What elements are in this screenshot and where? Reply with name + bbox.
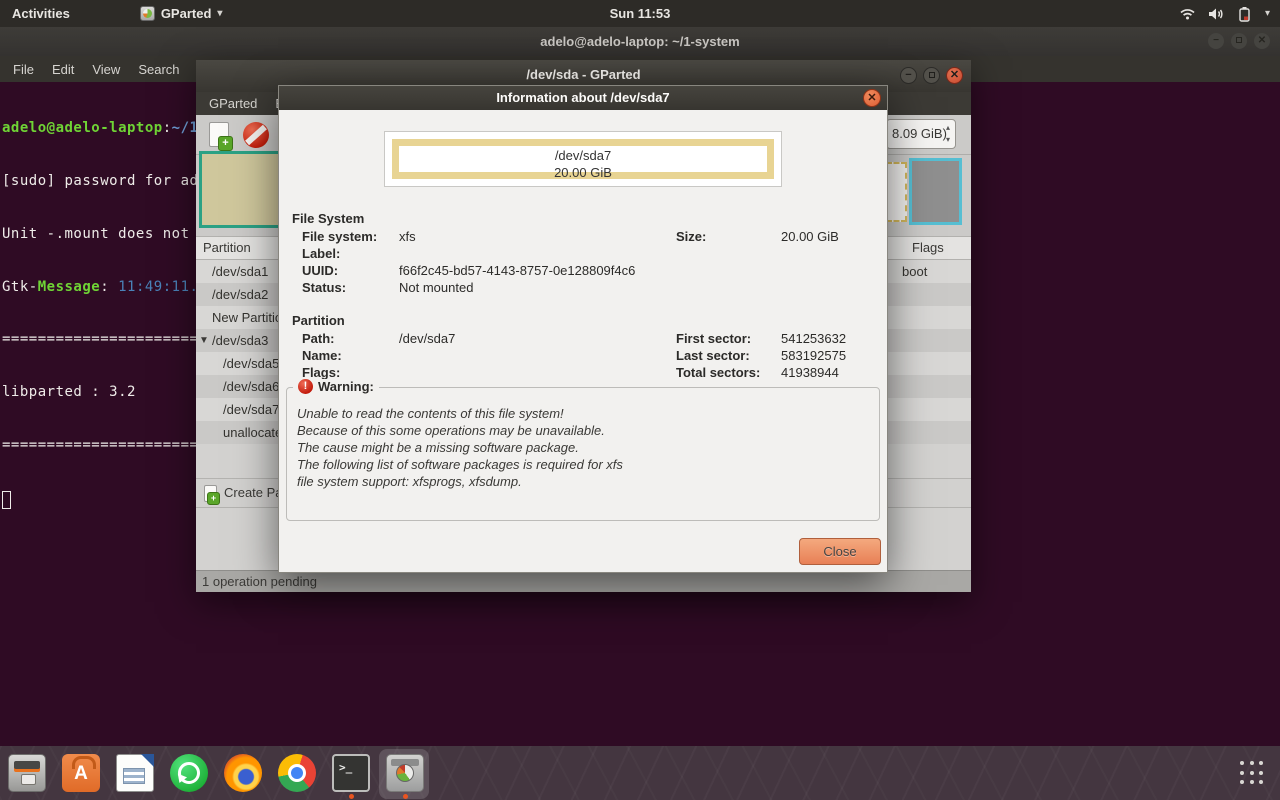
- maximize-icon[interactable]: [923, 67, 940, 84]
- last-sector-label: Last sector:: [676, 348, 750, 363]
- partition-name: /dev/sda7: [554, 148, 612, 163]
- device-select[interactable]: 8.09 GiB) ▴ ▾: [886, 119, 956, 149]
- size-value: 20.00 GiB: [781, 229, 839, 244]
- unallocated-visual[interactable]: [909, 158, 962, 225]
- fs-label: File system:: [302, 229, 378, 244]
- dock-item-terminal[interactable]: >_: [332, 754, 370, 792]
- menu-file[interactable]: File: [4, 62, 43, 77]
- gparted-title: /dev/sda - GParted: [526, 67, 641, 82]
- size-label: Size:: [676, 229, 707, 244]
- battery-icon: [1239, 6, 1250, 22]
- total-sectors-label: Total sectors:: [676, 365, 761, 380]
- clock[interactable]: Sun 11:53: [0, 6, 1280, 21]
- status-label: Status:: [302, 280, 347, 295]
- dialog-title: Information about /dev/sda7: [496, 90, 670, 105]
- total-sectors-value: 41938944: [781, 365, 839, 380]
- new-partition-visual[interactable]: [886, 162, 907, 222]
- warning-header: Warning:: [318, 379, 374, 394]
- terminal-titlebar[interactable]: adelo@adelo-laptop: ~/1-system − ✕: [0, 27, 1280, 56]
- dock-item-files[interactable]: [8, 754, 46, 792]
- create-partition-icon: [204, 485, 220, 505]
- dock-item-chrome[interactable]: [278, 754, 316, 792]
- column-partition[interactable]: Partition: [203, 237, 251, 259]
- volume-icon: [1208, 8, 1223, 19]
- minimize-icon[interactable]: −: [1208, 33, 1224, 49]
- dock-item-firefox[interactable]: [224, 754, 262, 792]
- label-label: Label:: [302, 246, 341, 261]
- close-icon[interactable]: ✕: [946, 67, 963, 84]
- menu-search[interactable]: Search: [129, 62, 188, 77]
- warning-text: Unable to read the contents of this file…: [297, 406, 623, 489]
- close-button[interactable]: Close: [799, 538, 881, 565]
- terminal-title: adelo@adelo-laptop: ~/1-system: [540, 34, 740, 49]
- path-value: /dev/sda7: [399, 331, 456, 346]
- wifi-icon: [1180, 9, 1195, 20]
- path-label: Path:: [302, 331, 335, 346]
- delete-partition-icon[interactable]: [243, 122, 269, 148]
- minimize-icon[interactable]: −: [900, 67, 917, 84]
- expander-icon: ▼: [199, 335, 209, 346]
- column-flags[interactable]: Flags: [912, 237, 944, 259]
- close-icon[interactable]: ✕: [863, 89, 881, 107]
- partition-size-box: /dev/sda7 20.00 GiB: [384, 131, 782, 187]
- menu-gparted[interactable]: GParted: [200, 96, 266, 111]
- top-bar: Activities GParted ▾ Sun 11:53 ▾: [0, 0, 1280, 27]
- uuid-label: UUID:: [302, 263, 339, 278]
- running-indicator: [403, 794, 408, 799]
- close-icon[interactable]: ✕: [1254, 33, 1270, 49]
- first-sector-value: 541253632: [781, 331, 847, 346]
- uuid-value: f66f2c45-bd57-4143-8757-0e128809f4c6: [399, 263, 636, 278]
- status-value: Not mounted: [399, 280, 474, 295]
- system-status-area[interactable]: ▾: [1179, 0, 1270, 27]
- filesystem-section-header: File System: [292, 211, 365, 226]
- desktop: adelo@adelo-laptop: ~/1-system − ✕ File …: [0, 0, 1280, 800]
- dock-item-gparted[interactable]: [386, 754, 424, 792]
- menu-view[interactable]: View: [83, 62, 129, 77]
- spinner-icon[interactable]: ▴ ▾: [946, 122, 950, 146]
- name-label: Name:: [302, 348, 342, 363]
- fs-value: xfs: [399, 229, 416, 244]
- gparted-statusbar: 1 operation pending: [196, 570, 971, 592]
- show-applications-icon[interactable]: [1238, 759, 1266, 787]
- partition-size: 20.00 GiB: [554, 165, 612, 180]
- dock-item-whatsapp[interactable]: [170, 754, 208, 792]
- last-sector-value: 583192575: [781, 348, 847, 363]
- dock: A >_: [0, 746, 1280, 800]
- dialog-titlebar[interactable]: Information about /dev/sda7 ✕: [279, 86, 887, 110]
- first-sector-label: First sector:: [676, 331, 752, 346]
- dock-item-libreoffice-writer[interactable]: [116, 754, 154, 792]
- warning-icon: !: [298, 379, 313, 394]
- maximize-icon[interactable]: [1231, 33, 1247, 49]
- partition-section-header: Partition: [292, 313, 345, 328]
- warning-frame: ! Warning: Unable to read the contents o…: [286, 379, 880, 521]
- running-indicator: [349, 794, 354, 799]
- menu-edit[interactable]: Edit: [43, 62, 83, 77]
- dock-item-ubuntu-software[interactable]: A: [62, 754, 100, 792]
- flags-label: Flags:: [302, 365, 341, 380]
- chevron-down-icon: ▾: [1264, 8, 1270, 19]
- info-dialog[interactable]: Information about /dev/sda7 ✕ /dev/sda7 …: [278, 85, 888, 573]
- new-partition-icon[interactable]: [209, 122, 233, 151]
